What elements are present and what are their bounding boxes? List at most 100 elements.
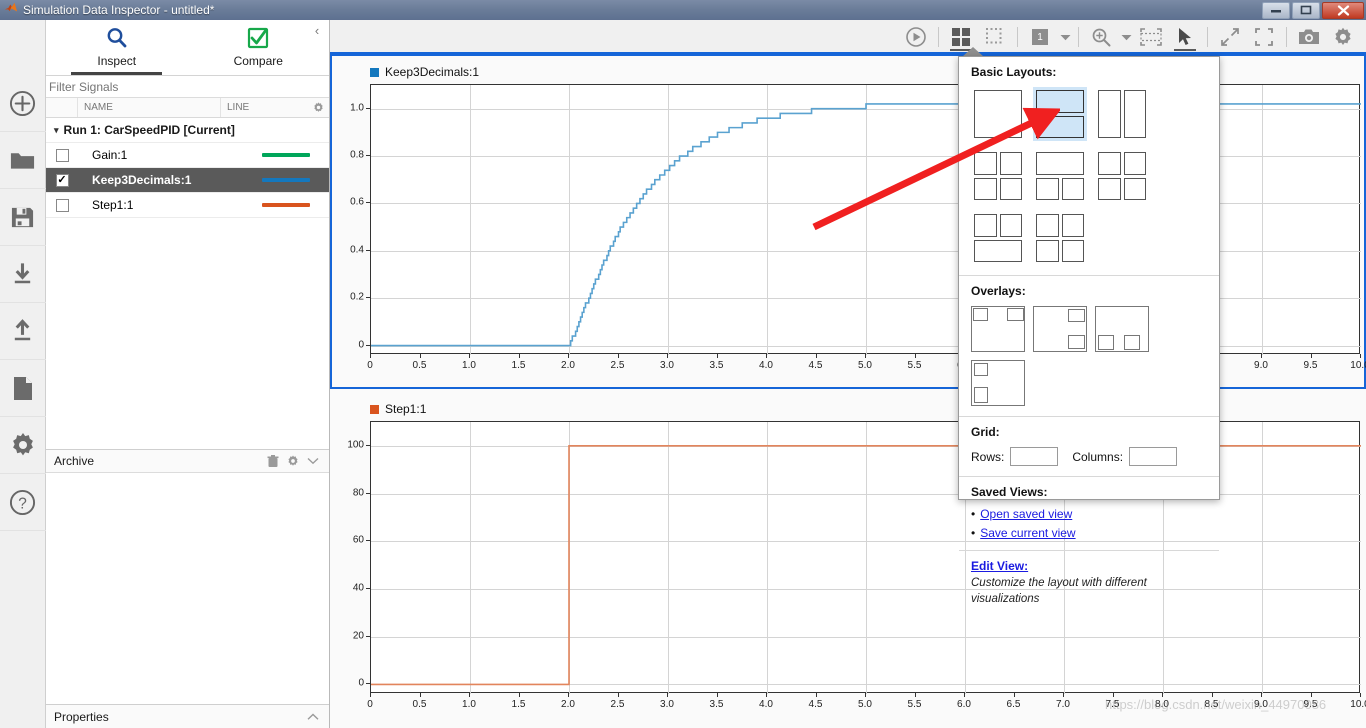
restore-button[interactable] (1292, 1, 1320, 19)
layout-cell (974, 239, 1022, 262)
x-axis-tick-label: 4.5 (808, 360, 823, 371)
overlay-sub-box (1098, 335, 1114, 350)
layout-cell (1036, 115, 1084, 138)
save-icon[interactable] (0, 189, 46, 246)
layout-cell (1098, 90, 1121, 138)
run-button[interactable] (899, 22, 933, 52)
layout-option-2x2[interactable] (971, 149, 1025, 203)
chevron-down-icon[interactable] (303, 457, 323, 465)
zoom-button[interactable] (1084, 22, 1118, 52)
overlay-option-ov-right-stack[interactable] (1033, 306, 1087, 352)
layout-cell (1123, 90, 1146, 138)
layout-option-2x1-rows[interactable] (1033, 87, 1087, 141)
export-icon[interactable] (0, 303, 46, 360)
signal-checkbox[interactable] (55, 198, 69, 212)
settings-button[interactable] (1326, 22, 1360, 52)
gear-icon[interactable] (0, 417, 46, 474)
plot-toolbar: 1 (330, 20, 1366, 54)
layout-option-2x2-alt[interactable] (1033, 211, 1087, 265)
trash-icon[interactable] (263, 454, 283, 468)
x-axis-tick-mark (1360, 354, 1361, 358)
layout-option-2-top-1-bot[interactable] (971, 211, 1025, 265)
folder-icon[interactable] (0, 132, 46, 189)
layout-option-1-top-2-bot[interactable] (1033, 149, 1087, 203)
page-dropdown[interactable] (1057, 22, 1073, 52)
x-axis-tick-label: 1.5 (511, 699, 526, 710)
gear-icon[interactable] (283, 455, 303, 467)
x-axis-tick-label: 6.5 (1006, 699, 1021, 710)
x-axis-tick-mark (914, 693, 916, 697)
list-item[interactable]: ✓ Keep3Decimals:1 (46, 168, 329, 193)
overlay-sub-box (1068, 309, 1085, 322)
collapse-panel-button[interactable]: ‹ (309, 22, 325, 38)
expand-button[interactable] (1213, 22, 1247, 52)
x-axis-tick-label: 10.0 (1350, 699, 1366, 710)
basic-layouts-grid (971, 87, 1207, 265)
save-current-view-link[interactable]: Save current view (980, 526, 1075, 540)
close-button[interactable] (1322, 1, 1364, 19)
fit-to-view-button[interactable] (1134, 22, 1168, 52)
rows-label: Rows: (971, 449, 1005, 464)
zoom-dropdown[interactable] (1118, 22, 1134, 52)
fullscreen-button[interactable] (1247, 22, 1281, 52)
overlay-sub-box (1124, 335, 1140, 350)
layout-cell (1061, 214, 1084, 237)
run-group-row[interactable]: ▾ Run 1: CarSpeedPID [Current] (46, 118, 329, 143)
signal-checkbox[interactable]: ✓ (55, 173, 69, 187)
chevron-up-icon[interactable] (303, 713, 323, 721)
edit-view-link[interactable]: Edit View: (971, 559, 1207, 573)
edit-view-section: Edit View: Customize the layout with dif… (959, 550, 1219, 617)
snapshot-button[interactable] (1292, 22, 1326, 52)
x-axis-tick-label: 3.0 (660, 699, 674, 710)
open-saved-view-link[interactable]: Open saved view (980, 507, 1072, 521)
save-current-view-item[interactable]: • Save current view (971, 526, 1207, 540)
tab-compare[interactable]: Compare (188, 20, 330, 75)
gear-icon[interactable] (307, 102, 329, 113)
svg-text:?: ? (18, 495, 27, 512)
x-axis-tick-mark (766, 354, 767, 358)
legend-color-swatch (370, 67, 379, 77)
y-axis-tick-mark (366, 155, 370, 157)
signal-checkbox-cell[interactable] (46, 148, 78, 162)
import-icon[interactable] (0, 246, 46, 303)
help-icon[interactable]: ? (0, 474, 46, 531)
rows-input[interactable] (1010, 447, 1059, 466)
minimize-button[interactable] (1262, 1, 1290, 19)
x-axis-tick-label: 4.0 (759, 360, 773, 371)
signal-checkbox-cell[interactable]: ✓ (46, 173, 78, 187)
page-select-button[interactable]: 1 (1023, 22, 1057, 52)
properties-header[interactable]: Properties (46, 704, 329, 728)
list-item[interactable]: Gain:1 (46, 143, 329, 168)
open-saved-view-item[interactable]: • Open saved view (971, 507, 1207, 521)
y-axis-tick-label: 0 (358, 339, 364, 351)
window-title: Simulation Data Inspector - untitled* (23, 3, 215, 17)
title-bar: Simulation Data Inspector - untitled* (0, 0, 1366, 20)
bullet-icon: • (971, 526, 976, 540)
signal-name: Keep3Decimals:1 (92, 173, 192, 187)
list-item[interactable]: Step1:1 (46, 193, 329, 218)
tab-inspect[interactable]: Inspect (46, 20, 188, 75)
overlay-option-ov-top-corners[interactable] (971, 306, 1025, 352)
signal-checkbox[interactable] (55, 148, 69, 162)
checkbox-green-icon (247, 24, 269, 52)
signal-checkbox-cell[interactable] (46, 198, 78, 212)
search-input[interactable] (49, 79, 329, 94)
x-axis-tick-label: 0.5 (412, 699, 427, 710)
add-icon[interactable] (0, 75, 46, 132)
layout-option-2-left-1-right[interactable] (1095, 149, 1149, 203)
columns-label: Columns: (1072, 449, 1124, 464)
columns-input[interactable] (1129, 447, 1178, 466)
overlay-option-ov-bottom-pair[interactable] (1095, 306, 1149, 352)
report-icon[interactable] (0, 360, 46, 417)
cursor-button[interactable] (1168, 22, 1202, 52)
archive-header[interactable]: Archive (46, 449, 329, 473)
overlay-option-ov-left-stack[interactable] (971, 360, 1025, 406)
layout-option-1x2-cols[interactable] (1095, 87, 1149, 141)
overlay-sub-box (973, 308, 988, 321)
toolbar-separator (938, 27, 939, 47)
matlab-logo-icon (4, 1, 18, 20)
layout-option-1x1[interactable] (971, 87, 1025, 141)
x-axis-tick-mark (469, 693, 470, 697)
application-window: Simulation Data Inspector - untitled* ? … (0, 0, 1366, 728)
overlay-sub-box (974, 363, 988, 376)
